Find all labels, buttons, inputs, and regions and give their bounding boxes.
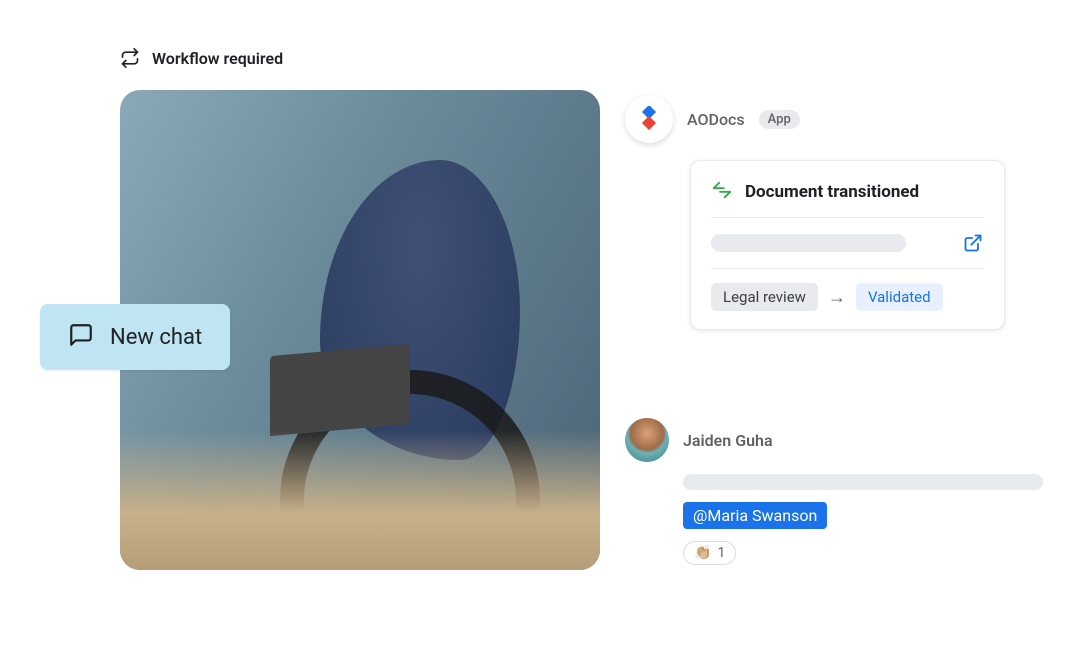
document-transitioned-card: Document transitioned Legal review → Val… (690, 160, 1005, 330)
transition-arrows-icon (711, 179, 733, 205)
new-chat-pill[interactable]: New chat (40, 304, 230, 370)
aodocs-logo-icon (625, 95, 673, 143)
reaction-count: 1 (717, 545, 725, 561)
arrow-right-icon: → (828, 287, 846, 308)
message-author: Jaiden Guha (683, 431, 773, 450)
workflow-required-text: Workflow required (152, 49, 283, 68)
reaction-chip[interactable]: 👏🏼 1 (683, 541, 736, 565)
status-from-chip: Legal review (711, 283, 818, 311)
card-header: Document transitioned (711, 179, 984, 217)
card-title: Document transitioned (745, 182, 919, 202)
status-transition-row: Legal review → Validated (711, 283, 984, 311)
app-badge: App (759, 110, 800, 129)
message-text-placeholder (683, 474, 1043, 490)
workflow-required-label: Workflow required (120, 48, 283, 68)
repeat-icon (120, 48, 140, 68)
open-external-icon[interactable] (962, 232, 984, 254)
mention-chip[interactable]: @Maria Swanson (683, 502, 827, 529)
message-body: @Maria Swanson 👏🏼 1 (683, 474, 1045, 565)
message-header: Jaiden Guha (625, 418, 1045, 462)
divider (711, 268, 984, 269)
clap-emoji-icon: 👏🏼 (694, 545, 711, 561)
avatar[interactable] (625, 418, 669, 462)
divider (711, 217, 984, 218)
card-doc-row (711, 232, 984, 254)
chat-message: Jaiden Guha @Maria Swanson 👏🏼 1 (625, 418, 1045, 565)
laptop-shape (270, 344, 410, 436)
new-chat-label: New chat (110, 325, 202, 350)
aodocs-header: AODocs App (625, 95, 800, 143)
aodocs-app-name: AODocs (687, 110, 745, 129)
document-name-placeholder (711, 234, 906, 252)
status-to-chip: Validated (856, 283, 943, 311)
chat-bubble-icon (68, 322, 94, 352)
